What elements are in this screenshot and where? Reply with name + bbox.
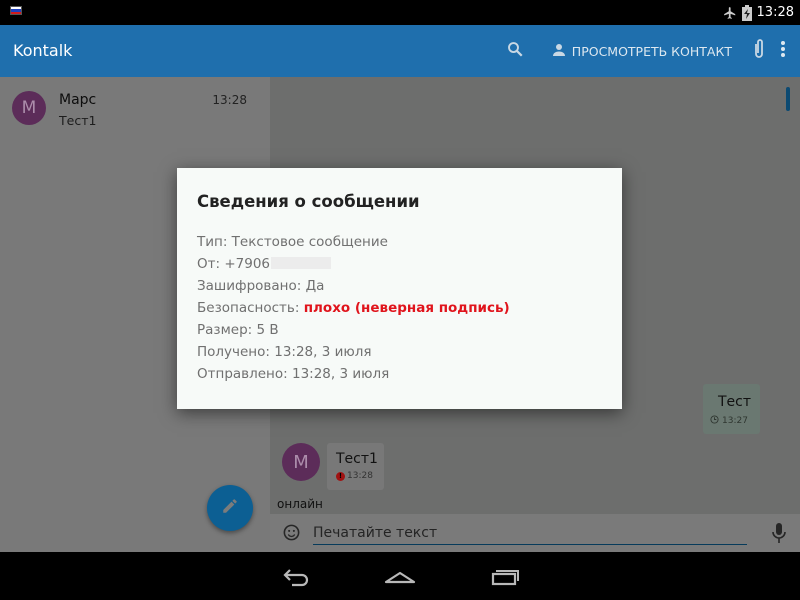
home-icon[interactable]	[384, 564, 416, 592]
search-icon	[506, 40, 524, 62]
message-text: Тест	[718, 394, 752, 410]
emoji-icon[interactable]	[282, 523, 301, 546]
recents-icon[interactable]	[490, 564, 520, 592]
dialog-title: Сведения о сообщении	[197, 192, 420, 211]
battery-charging-icon	[741, 4, 752, 21]
attach-icon	[752, 38, 766, 64]
mic-icon[interactable]	[772, 522, 786, 548]
search-button[interactable]	[506, 40, 524, 62]
avatar[interactable]: M	[282, 443, 320, 481]
navigation-bar	[0, 552, 800, 600]
airplane-mode-icon	[723, 6, 737, 20]
incoming-message[interactable]: Тест1 ! 13:28	[327, 443, 384, 490]
detail-sent: Отправлено: 13:28, 3 июля	[197, 366, 390, 382]
overflow-menu-button[interactable]	[780, 40, 786, 62]
back-icon[interactable]	[282, 564, 312, 592]
message-time: 13:28	[347, 471, 373, 481]
attach-button[interactable]	[752, 38, 766, 64]
avatar: M	[12, 91, 46, 125]
status-bar: 13:28	[0, 0, 800, 25]
app-title: Kontalk	[13, 41, 73, 60]
detail-security-value: плохо (неверная подпись)	[303, 300, 510, 316]
conversation-item[interactable]: M Марс Тест1 13:28	[0, 77, 270, 135]
detail-from: От: +7906	[197, 253, 510, 275]
detail-encrypted: Зашифровано: Да	[197, 278, 325, 294]
detail-received: Получено: 13:28, 3 июля	[197, 344, 372, 360]
message-details-dialog: Сведения о сообщении Тип: Текстовое сооб…	[177, 168, 622, 409]
message-composer	[270, 514, 800, 552]
conversation-time: 13:28	[212, 93, 247, 107]
message-time: 13:27	[722, 416, 748, 426]
redacted-number	[271, 257, 331, 269]
error-icon: !	[336, 471, 345, 481]
detail-security-label: Безопасность:	[197, 300, 304, 316]
clock-icon	[710, 415, 719, 427]
person-icon	[550, 41, 568, 62]
compose-icon	[221, 497, 239, 519]
detail-type: Тип: Текстовое сообщение	[197, 234, 388, 250]
conversation-preview: Тест1	[59, 113, 97, 128]
conversation-name: Марс	[59, 92, 97, 108]
view-contact-button[interactable]: ПРОСМОТРЕТЬ КОНТАКТ	[550, 41, 732, 62]
presence-status: онлайн	[277, 497, 323, 511]
compose-button[interactable]	[207, 485, 253, 531]
app-bar: Kontalk ПРОСМОТРЕТЬ КОНТАКТ	[0, 25, 800, 77]
message-input[interactable]	[313, 521, 747, 545]
outgoing-message[interactable]: Тест 13:27	[703, 384, 760, 434]
flag-icon	[10, 6, 22, 15]
detail-from-number: От: +7906	[197, 256, 270, 272]
message-text: Тест1	[336, 451, 378, 467]
overflow-menu-icon	[780, 40, 786, 62]
view-contact-label: ПРОСМОТРЕТЬ КОНТАКТ	[571, 43, 732, 59]
scrollbar[interactable]	[786, 87, 790, 111]
status-time: 13:28	[756, 5, 794, 20]
detail-security: Безопасность: плохо (неверная подпись)	[197, 297, 510, 319]
detail-size: Размер: 5 B	[197, 322, 279, 338]
